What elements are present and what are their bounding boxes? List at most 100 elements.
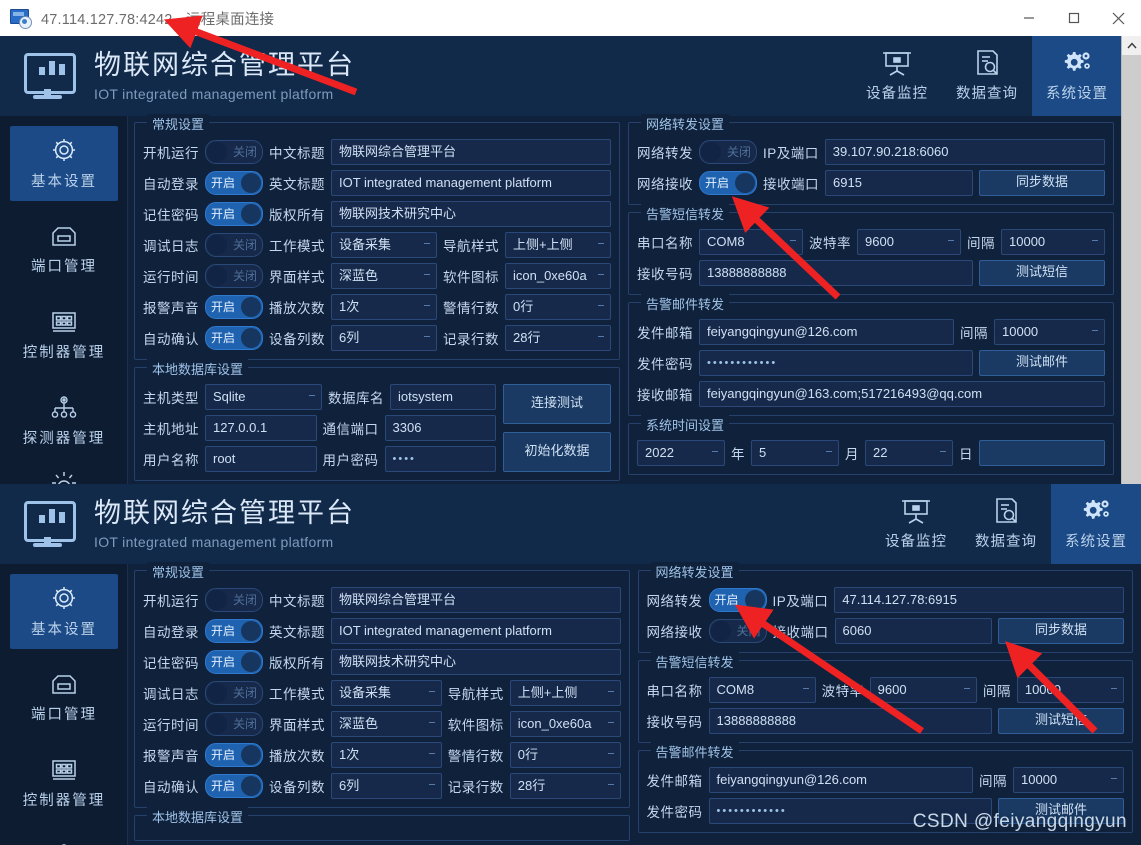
sidebar-item-detector-management[interactable]: 探测器管理 [10,832,118,845]
init-data-button[interactable]: 初始化数据 [503,432,611,472]
input-copyright[interactable]: 物联网技术研究中心 [331,649,621,675]
toggle-auto-login[interactable]: 开启 [205,171,263,195]
select-record-rows[interactable]: 28行 [505,325,611,351]
sidebar-item-port-management[interactable]: 端口管理 [10,660,118,735]
input-receiver-mail[interactable]: feiyangqingyun@163.com;517216493@qq.com [699,381,1105,407]
select-app-icon[interactable]: icon_0xe60a [505,263,611,289]
sidebar-item-label: 基本设置 [31,622,97,638]
field-label: 软件图标 [443,270,499,285]
toggle-boot-run[interactable]: 关闭 [205,140,263,164]
input-sender-mail[interactable]: feiyangqingyun@126.com [708,767,973,793]
toggle-network-forward[interactable]: 关闭 [699,140,757,164]
input-ip-port[interactable]: 39.107.90.218:6060 [824,139,1105,165]
app-title-en: IOT integrated management platform [94,533,334,550]
input-title-cn[interactable]: 物联网综合管理平台 [331,587,621,613]
input-title-en[interactable]: IOT integrated management platform [331,618,621,644]
test-mail-button[interactable]: 测试邮件 [979,350,1105,376]
input-title-cn[interactable]: 物联网综合管理平台 [331,139,611,165]
tab-data-query[interactable]: 数据查询 [961,484,1051,564]
toggle-debug-log[interactable]: 关闭 [205,233,263,257]
toggle-debug-log[interactable]: 关闭 [205,681,263,705]
input-receive-port[interactable]: 6915 [825,170,973,196]
select-nav-style[interactable]: 上侧+上侧 [509,680,621,706]
input-host-address[interactable]: 127.0.0.1 [205,415,317,441]
scroll-up-arrow-icon[interactable] [1122,36,1141,55]
toggle-auto-confirm[interactable]: 开启 [205,326,263,350]
tab-device-monitor[interactable]: 设备监控 [871,484,961,564]
sidebar-item-controller-management[interactable]: 控制器管理 [10,298,118,373]
select-play-count[interactable]: 1次 [331,294,437,320]
toggle-boot-run[interactable]: 关闭 [205,588,263,612]
toggle-auto-confirm[interactable]: 开启 [205,774,263,798]
toggle-runtime[interactable]: 关闭 [205,264,263,288]
select-work-mode[interactable]: 设备采集 [331,232,437,258]
select-ui-style[interactable]: 深蓝色 [331,711,442,737]
select-sms-interval[interactable]: 10000 [1016,677,1125,703]
tab-device-monitor[interactable]: 设备监控 [852,36,942,116]
input-user-password[interactable]: •••• [384,446,496,472]
select-device-columns[interactable]: 6列 [331,325,437,351]
select-com-port[interactable]: COM8 [708,677,816,703]
input-sender-password[interactable]: •••••••••••• [699,350,973,376]
input-user-name[interactable]: root [205,446,317,472]
select-alarm-rows[interactable]: 0行 [505,294,611,320]
input-receive-port[interactable]: 6060 [834,618,992,644]
sidebar-item-detector-management[interactable]: 探测器管理 [10,384,118,459]
toggle-alarm-sound[interactable]: 开启 [205,743,263,767]
select-alarm-rows[interactable]: 0行 [509,742,621,768]
select-year[interactable]: 2022 [637,440,725,466]
select-sms-interval[interactable]: 10000 [1001,229,1105,255]
scrollbar-thumb[interactable] [1122,55,1141,95]
sidebar-item-basic-settings[interactable]: 基本设置 [10,126,118,201]
input-receive-number[interactable]: 13888888888 [699,260,973,286]
select-mail-interval[interactable]: 10000 [1013,767,1124,793]
input-sender-mail[interactable]: feiyangqingyun@126.com [699,319,954,345]
toggle-auto-login[interactable]: 开启 [205,619,263,643]
input-ip-port[interactable]: 47.114.127.78:6915 [834,587,1124,613]
input-copyright[interactable]: 物联网技术研究中心 [331,201,611,227]
input-comm-port[interactable]: 3306 [384,415,496,441]
toggle-network-receive[interactable]: 关闭 [708,619,767,643]
toggle-remember-password[interactable]: 开启 [205,202,263,226]
test-sms-button[interactable]: 测试短信 [979,260,1105,286]
select-work-mode[interactable]: 设备采集 [331,680,442,706]
select-day[interactable]: 22 [865,440,953,466]
toggle-network-receive[interactable]: 开启 [699,171,757,195]
select-play-count[interactable]: 1次 [331,742,442,768]
sync-data-button[interactable]: 同步数据 [998,618,1124,644]
toggle-alarm-sound[interactable]: 开启 [205,295,263,319]
tab-data-query[interactable]: 数据查询 [942,36,1032,116]
apply-time-button[interactable] [979,440,1105,466]
close-button[interactable] [1096,0,1141,36]
input-title-en[interactable]: IOT integrated management platform [331,170,611,196]
select-app-icon[interactable]: icon_0xe60a [509,711,621,737]
input-receive-number[interactable]: 13888888888 [708,708,992,734]
toggle-network-forward[interactable]: 开启 [708,588,767,612]
sidebar-item-alarm-light[interactable] [10,470,118,484]
select-ui-style[interactable]: 深蓝色 [331,263,437,289]
test-sms-button[interactable]: 测试短信 [998,708,1124,734]
sidebar-item-basic-settings[interactable]: 基本设置 [10,574,118,649]
tab-system-settings[interactable]: 系统设置 [1051,484,1141,564]
select-record-rows[interactable]: 28行 [509,773,621,799]
tab-system-settings[interactable]: 系统设置 [1032,36,1122,116]
select-com-port[interactable]: COM8 [699,229,803,255]
input-db-name[interactable]: iotsystem [390,384,496,410]
select-device-columns[interactable]: 6列 [331,773,442,799]
sidebar-item-port-management[interactable]: 端口管理 [10,212,118,287]
minimize-button[interactable] [1006,0,1051,36]
select-baud-rate[interactable]: 9600 [869,677,977,703]
toggle-runtime[interactable]: 关闭 [205,712,263,736]
vertical-scrollbar[interactable] [1121,36,1141,484]
sync-data-button[interactable]: 同步数据 [979,170,1105,196]
select-month[interactable]: 5 [751,440,839,466]
select-baud-rate[interactable]: 9600 [857,229,961,255]
toggle-remember-password[interactable]: 开启 [205,650,263,674]
field-label: 用户名称 [143,453,199,468]
maximize-button[interactable] [1051,0,1096,36]
connection-test-button[interactable]: 连接测试 [503,384,611,424]
sidebar-item-controller-management[interactable]: 控制器管理 [10,746,118,821]
select-mail-interval[interactable]: 10000 [994,319,1105,345]
select-host-type[interactable]: Sqlite [205,384,322,410]
select-nav-style[interactable]: 上侧+上侧 [505,232,611,258]
